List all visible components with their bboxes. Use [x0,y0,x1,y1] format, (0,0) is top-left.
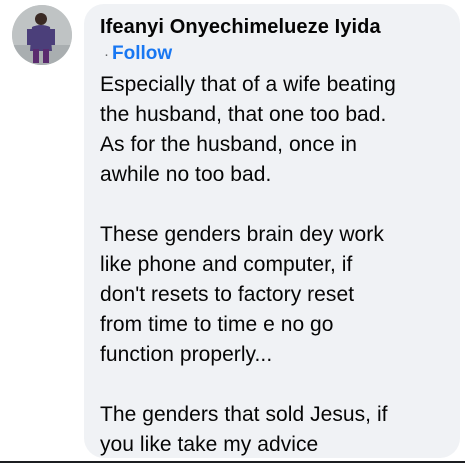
comment-text: Especially that of a wife beating the hu… [100,70,446,458]
paragraph-break [100,370,446,400]
divider [0,461,465,463]
comment-line: Especially that of a wife beating [100,73,396,96]
profile-photo [12,5,72,65]
comment-line: function properly... [100,343,273,366]
separator-dot: · [104,46,109,63]
comment-bubble: Ifeanyi Onyechimelueze Iyida · Follow Esp… [84,4,460,458]
follow-button[interactable]: Follow [112,43,172,64]
comment-thread: Ifeanyi Onyechimelueze Iyida · Follow Esp… [0,0,465,464]
comment-line: The genders that sold Jesus, if [100,403,388,426]
comment-line: like phone and computer, if [100,253,353,276]
comment-line: awhile no too bad. [100,163,272,186]
comment-line: These genders brain dey work [100,223,384,246]
paragraph-break [100,190,446,220]
comment-line: from time to time e no go [100,313,334,336]
comment-line: As for the husband, once in [100,133,358,156]
comment-line: the husband, that one too bad. [100,103,387,126]
follow-row: · Follow [100,41,446,68]
comment-line: you like take my advice [100,433,319,456]
avatar[interactable] [12,5,72,65]
comment-line: don't resets to factory reset [100,283,355,306]
author-name[interactable]: Ifeanyi Onyechimelueze Iyida [100,14,446,40]
